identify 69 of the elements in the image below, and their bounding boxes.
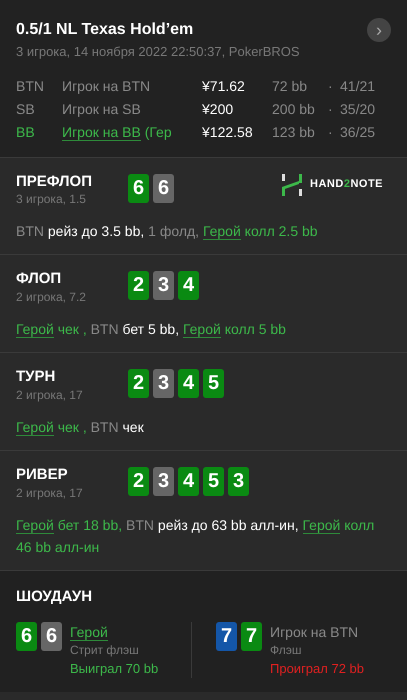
hand-rank: Стрит флэш xyxy=(70,642,140,660)
game-title: 0.5/1 NL Texas Hold’em xyxy=(16,20,194,40)
player-stats: 35/20 xyxy=(340,100,376,118)
playing-card: 3 xyxy=(153,467,174,496)
player-bb: 123 bb xyxy=(272,122,316,142)
result: Проиграл 72 bb xyxy=(270,660,364,678)
playing-card: 3 xyxy=(153,369,174,398)
logo-text: NOTE xyxy=(350,178,383,190)
hero-link[interactable]: Герой xyxy=(16,516,54,534)
playing-card: 6 xyxy=(153,174,174,202)
logo-icon xyxy=(282,174,302,196)
street-info: 2 игрока, 7.2 xyxy=(16,288,87,306)
hero-link[interactable]: Герой xyxy=(183,320,221,338)
playing-card: 4 xyxy=(178,467,199,496)
playing-card: 5 xyxy=(203,369,224,398)
street-info: 2 игрока, 17 xyxy=(16,484,84,502)
hero-link[interactable]: Герой xyxy=(202,223,241,240)
player-position: BTN xyxy=(16,76,45,96)
playing-card: 5 xyxy=(203,467,224,496)
logo-accent-text: 2 xyxy=(344,178,350,190)
hero-link[interactable]: Герой xyxy=(16,418,54,436)
hero-link[interactable]: Герой xyxy=(16,320,54,338)
street-info: 2 игрока, 17 xyxy=(16,386,84,404)
playing-card: 6 xyxy=(41,622,62,651)
player-name-suffix: (Гер xyxy=(144,124,172,140)
street-title: ТУРН xyxy=(16,369,56,386)
playing-card: 2 xyxy=(128,271,149,300)
player-stack: ¥200 xyxy=(202,100,234,118)
playing-card: 7 xyxy=(216,622,237,651)
separator-dot: · xyxy=(328,100,334,118)
street-title: РИВЕР xyxy=(16,467,69,484)
player-position: BB xyxy=(16,122,36,142)
player-stack: ¥71.62 xyxy=(202,76,246,96)
playing-card: 7 xyxy=(241,622,262,651)
playing-card: 3 xyxy=(153,271,174,300)
street-title: ПРЕФЛОП xyxy=(16,174,93,190)
player-stats: 36/25 xyxy=(340,122,376,142)
result: Выиграл 70 bb xyxy=(70,660,158,678)
player-bb: 200 bb xyxy=(272,100,316,118)
player-stack: ¥122.58 xyxy=(202,122,254,142)
player-stats: 41/21 xyxy=(340,76,376,96)
player-bb: 72 bb xyxy=(272,76,308,96)
game-info: 3 игрока, 14 ноября 2022 22:50:37, PokerBROS xyxy=(16,43,300,61)
street-title: ФЛОП xyxy=(16,271,62,288)
hero-link[interactable]: Герой xyxy=(302,516,340,534)
playing-card: 2 xyxy=(128,369,149,398)
hand-rank: Флэш xyxy=(270,642,302,660)
playing-card: 4 xyxy=(178,271,199,300)
player-name: Игрок на SB xyxy=(62,100,142,119)
hero-link[interactable]: Герой xyxy=(70,624,108,641)
player-name: Игрок на BTN xyxy=(270,622,360,642)
action-line: Герой чек , BTN бет 5 bb, Герой колл 5 bb xyxy=(16,320,287,340)
playing-card: 6 xyxy=(16,622,37,651)
action-line: BTN рейз до 3.5 bb, 1 фолд, Герой колл 2.5 bb xyxy=(16,222,319,242)
playing-card: 6 xyxy=(128,174,149,202)
logo-text: HAND xyxy=(310,178,344,190)
action-line: Герой бет 18 bb, BTN рейз до 63 bb алл-ин, Герой колл 46 bb алл-ин xyxy=(16,516,376,558)
player-position: SB xyxy=(16,100,36,118)
playing-card: 4 xyxy=(178,369,199,398)
next-button[interactable]: › xyxy=(367,18,391,42)
playing-card: 3 xyxy=(228,467,249,496)
separator-dot: · xyxy=(328,76,334,96)
player-name: Игрок на BTN xyxy=(62,76,152,96)
showdown-title: ШОУДАУН xyxy=(16,589,94,606)
player-link[interactable]: Игрок на BB xyxy=(62,124,141,140)
action-line: Герой чек , BTN чек xyxy=(16,418,145,438)
separator-dot: · xyxy=(328,122,334,142)
playing-card: 2 xyxy=(128,467,149,496)
street-info: 3 игрока, 1.5 xyxy=(16,191,87,208)
